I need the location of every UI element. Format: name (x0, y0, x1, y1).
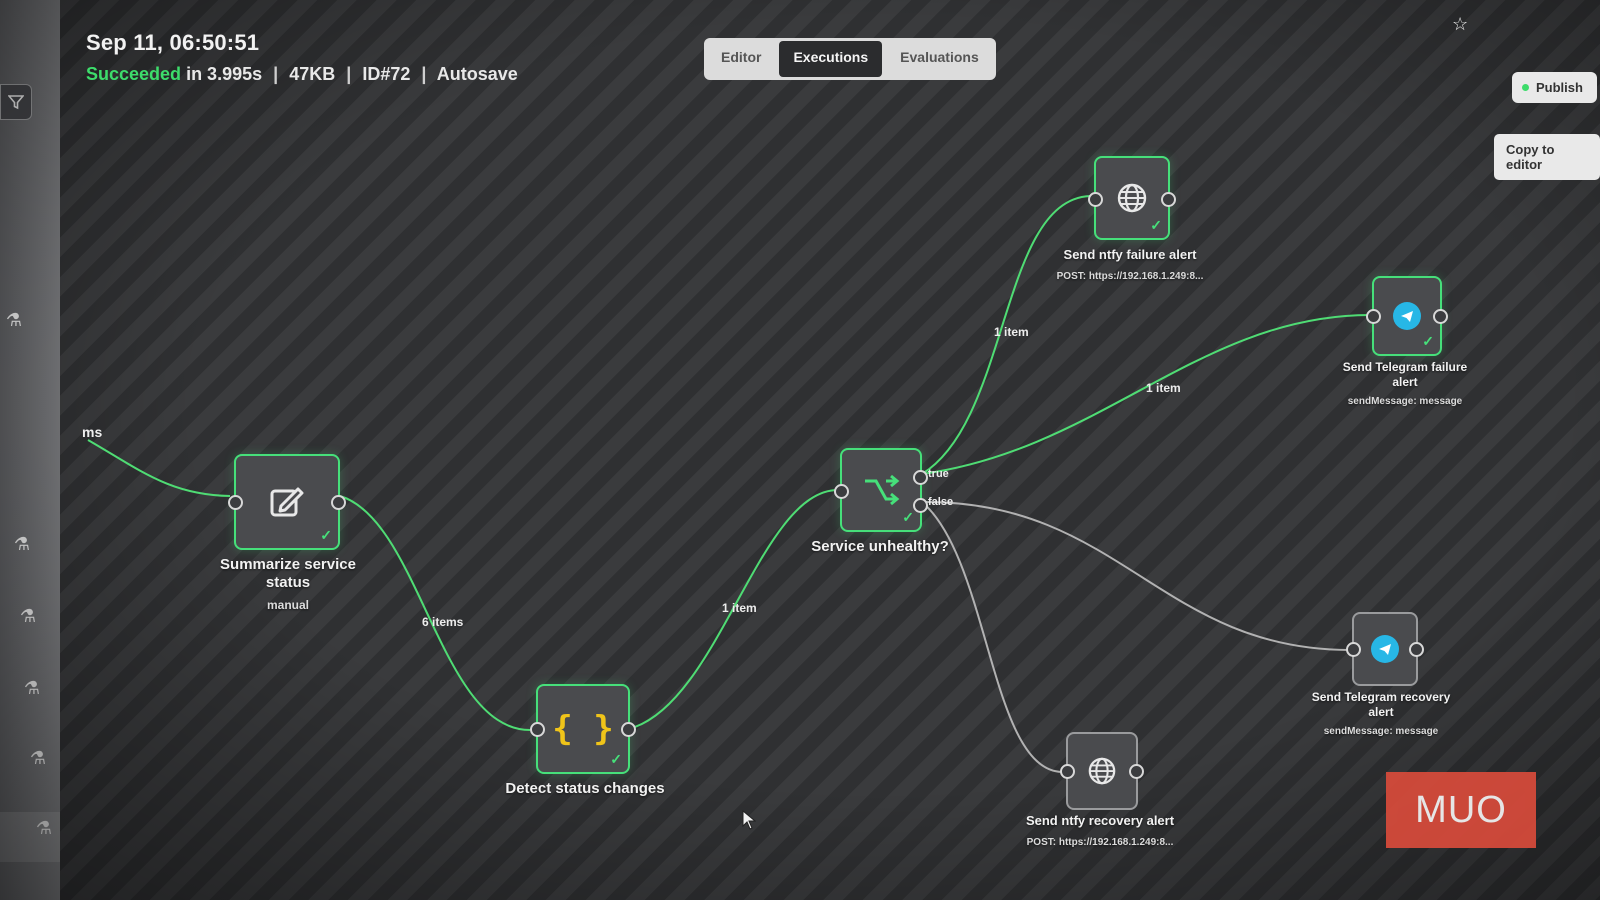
node-title-summarize: Summarize service status manual (200, 556, 376, 614)
edge-label-summarize-detect: 6 items (422, 615, 464, 629)
branch-label-false: false (928, 496, 954, 508)
edge-incoming (87, 439, 231, 497)
node-send-ntfy-failure-alert[interactable]: ✓ (1088, 156, 1176, 240)
output-port[interactable] (1433, 309, 1448, 324)
telegram-icon (1371, 635, 1399, 663)
success-check-icon: ✓ (1150, 217, 1162, 233)
node-title-detect: Detect status changes (505, 780, 665, 797)
branch-icon (865, 474, 900, 506)
output-port[interactable] (621, 722, 636, 737)
edge-unhealthy-telegram-recovery (921, 500, 1351, 651)
globe-icon (1088, 757, 1116, 785)
node-title-telegram-failure: Send Telegram failure alert sendMessage:… (1330, 360, 1480, 409)
input-port[interactable] (1366, 309, 1381, 324)
node-detect-status-changes[interactable]: { } ✓ (530, 684, 636, 774)
code-braces-icon: { } (552, 709, 614, 749)
node-subtitle: sendMessage: message (1323, 726, 1439, 737)
output-port[interactable] (1129, 764, 1144, 779)
edge-label-unhealthy-telegram-failure: 1 item (1146, 381, 1181, 395)
edge-label-detect-unhealthy: 1 item (722, 601, 757, 615)
input-port[interactable] (1346, 642, 1361, 657)
output-port[interactable] (1409, 642, 1424, 657)
workflow-edges: 6 items 1 item 1 item 1 item (87, 195, 1371, 773)
node-title-text: Send Telegram failure alert (1342, 360, 1468, 389)
node-send-telegram-recovery-alert[interactable] (1346, 612, 1424, 686)
node-title-ntfy-recovery: Send ntfy recovery alert POST: https://1… (1010, 812, 1190, 852)
node-title-ntfy-failure: Send ntfy failure alert POST: https://19… (1040, 246, 1220, 286)
node-service-unhealthy[interactable]: ✓ (834, 448, 928, 532)
input-port[interactable] (530, 722, 545, 737)
output-port-true[interactable] (913, 470, 928, 485)
success-check-icon: ✓ (902, 509, 914, 525)
node-subtitle: POST: https://192.168.1.249:8... (1026, 837, 1174, 848)
edit-icon (270, 487, 304, 517)
watermark-logo: MUO (1386, 772, 1536, 848)
node-subtitle: manual (266, 598, 309, 612)
output-port[interactable] (331, 495, 346, 510)
node-title-text: Summarize service status (220, 556, 356, 591)
node-title-telegram-recovery: Send Telegram recovery alert sendMessage… (1306, 690, 1456, 739)
node-title-text: Send Telegram recovery alert (1311, 690, 1451, 719)
node-summarize-service-status[interactable]: ✓ (228, 454, 346, 550)
node-title-unhealthy: Service unhealthy? (811, 538, 949, 555)
success-check-icon: ✓ (1422, 333, 1434, 349)
telegram-icon (1393, 302, 1421, 330)
input-port[interactable] (228, 495, 243, 510)
node-subtitle: sendMessage: message (1347, 396, 1463, 407)
branch-label-true: true (928, 468, 949, 480)
node-subtitle: POST: https://192.168.1.249:8... (1056, 271, 1204, 282)
output-port[interactable] (1161, 192, 1176, 207)
mouse-cursor-icon (742, 810, 756, 830)
input-port[interactable] (1088, 192, 1103, 207)
input-port[interactable] (1060, 764, 1075, 779)
success-check-icon: ✓ (610, 751, 622, 767)
node-send-telegram-failure-alert[interactable]: ✓ (1366, 276, 1448, 356)
output-port-false[interactable] (913, 498, 928, 513)
node-send-ntfy-recovery-alert[interactable] (1060, 732, 1144, 810)
node-title-text: Send ntfy failure alert (1063, 247, 1197, 262)
edge-label-unhealthy-ntfy-failure: 1 item (994, 325, 1029, 339)
globe-icon (1117, 183, 1147, 213)
node-title-text: Send ntfy recovery alert (1025, 813, 1175, 828)
input-port[interactable] (834, 484, 849, 499)
success-check-icon: ✓ (320, 527, 332, 543)
